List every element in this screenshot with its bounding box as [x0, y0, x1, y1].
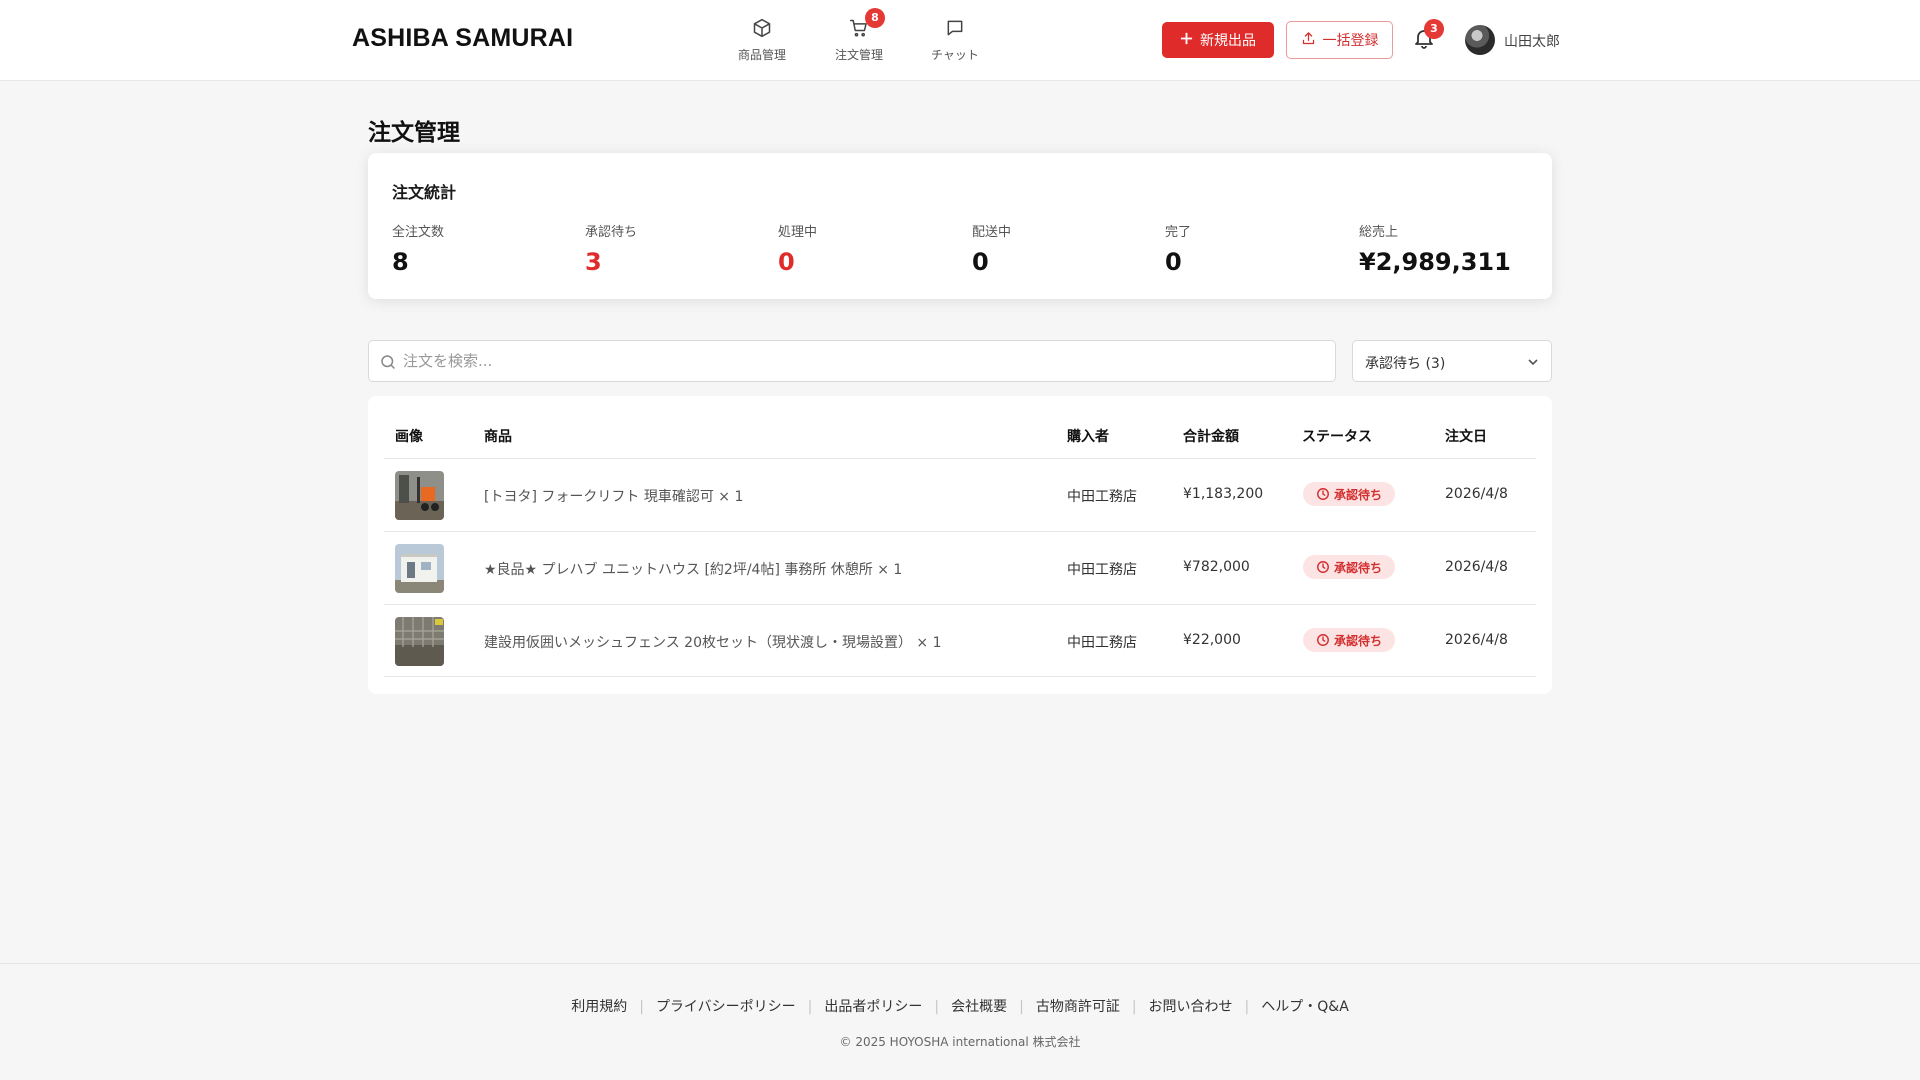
product-name[interactable]: ★良品★ プレハブ ユニットハウス [約2坪/4帖] 事務所 休憩所 × 1 — [484, 559, 902, 579]
site-footer: 利用規約 | プライバシーポリシー | 出品者ポリシー | 会社概要 | 古物商許可証 | お問い合… — [0, 963, 1920, 1080]
stat-value: 0 — [778, 248, 795, 276]
buyer-name: 中田工務店 — [1067, 562, 1137, 578]
bulk-register-button[interactable]: 一括登録 — [1286, 21, 1393, 59]
new-listing-label: 新規出品 — [1200, 33, 1256, 49]
stat-value: 0 — [1165, 248, 1182, 276]
order-date: 2026/4/8 — [1445, 559, 1508, 575]
col-total: 合計金額 — [1183, 429, 1239, 445]
chevron-down-icon — [1528, 359, 1538, 366]
product-thumbnail[interactable] — [395, 617, 444, 666]
nav-orders[interactable]: 注文管理 8 — [819, 8, 899, 63]
clock-icon — [1317, 488, 1329, 500]
notification-badge: 3 — [1424, 19, 1444, 39]
stat-value: 0 — [972, 248, 989, 276]
col-image: 画像 — [395, 429, 423, 445]
footer-link-help[interactable]: ヘルプ・Q&A — [1261, 999, 1349, 1015]
page-title: 注文管理 — [368, 120, 460, 146]
status-label: 承認待ち — [1333, 633, 1382, 648]
footer-link-terms[interactable]: 利用規約 — [571, 999, 627, 1015]
nav-products[interactable]: 商品管理 — [722, 18, 802, 63]
stat-label: 全注文数 — [392, 225, 445, 240]
cart-icon — [819, 18, 899, 42]
divider: | — [1131, 999, 1137, 1015]
col-product: 商品 — [484, 429, 512, 445]
order-date: 2026/4/8 — [1445, 632, 1508, 648]
stat-label: 処理中 — [778, 225, 818, 240]
stat-label: 総売上 — [1359, 225, 1399, 240]
box-icon — [722, 18, 802, 42]
status-badge: 承認待ち — [1303, 555, 1395, 579]
product-thumbnail[interactable] — [395, 471, 444, 520]
stat-total-orders: 全注文数 8 — [392, 221, 444, 276]
clock-icon — [1317, 634, 1329, 646]
nav-orders-label: 注文管理 — [834, 48, 883, 62]
plus-icon — [1180, 32, 1193, 49]
stat-label: 承認待ち — [585, 225, 638, 240]
status-badge: 承認待ち — [1303, 482, 1395, 506]
stat-shipping: 配送中 0 — [972, 221, 1011, 276]
avatar[interactable] — [1465, 25, 1495, 55]
table-row[interactable]: ★良品★ プレハブ ユニットハウス [約2坪/4帖] 事務所 休憩所 × 1 中… — [384, 531, 1536, 604]
footer-link-privacy[interactable]: プライバシーポリシー — [656, 999, 796, 1015]
status-filter-value: 承認待ち (3) — [1365, 356, 1446, 372]
divider: | — [1019, 999, 1024, 1015]
order-total: ¥782,000 — [1183, 559, 1250, 575]
top-header: ASHIBA SAMURAI 商品管理 注文管理 8 チャット 新規出品 一括登… — [0, 0, 1920, 81]
col-buyer: 購入者 — [1067, 429, 1109, 445]
product-thumbnail[interactable] — [395, 544, 444, 593]
upload-icon — [1301, 31, 1316, 50]
copyright: © 2025 HOYOSHA international 株式会社 — [839, 1035, 1081, 1049]
chat-icon — [915, 18, 995, 42]
footer-link-contact[interactable]: お問い合わせ — [1149, 999, 1233, 1015]
bulk-register-label: 一括登録 — [1322, 33, 1379, 49]
stat-value: 3 — [585, 248, 602, 276]
divider: | — [807, 999, 813, 1015]
new-listing-button[interactable]: 新規出品 — [1162, 22, 1274, 58]
status-label: 承認待ち — [1333, 560, 1382, 575]
stat-completed: 完了 0 — [1165, 221, 1191, 276]
stat-value: 8 — [392, 248, 409, 276]
footer-link-seller-policy[interactable]: 出品者ポリシー — [824, 999, 922, 1015]
search-input[interactable] — [403, 341, 1323, 381]
buyer-name: 中田工務店 — [1067, 635, 1137, 651]
stat-processing: 処理中 0 — [778, 221, 817, 276]
order-search[interactable] — [368, 340, 1336, 382]
status-badge: 承認待ち — [1303, 628, 1395, 652]
status-filter-select[interactable]: 承認待ち (3) — [1352, 340, 1552, 382]
col-date: 注文日 — [1445, 429, 1487, 445]
stat-label: 完了 — [1165, 225, 1192, 240]
stat-total-sales: 総売上 ¥2,989,311 — [1359, 221, 1511, 276]
divider: | — [1244, 999, 1250, 1015]
site-logo[interactable]: ASHIBA SAMURAI — [352, 24, 573, 53]
stat-pending: 承認待ち 3 — [585, 221, 637, 276]
table-row[interactable]: 建設用仮囲いメッシュフェンス 20枚セット（現状渡し・現場設置） × 1 中田工… — [384, 604, 1536, 677]
footer-link-license[interactable]: 古物商許可証 — [1036, 999, 1120, 1015]
product-name[interactable]: [トヨタ] フォークリフト 現車確認可 × 1 — [484, 486, 743, 506]
footer-links: 利用規約 | プライバシーポリシー | 出品者ポリシー | 会社概要 | 古物商許可証 | お問い合… — [0, 996, 1920, 1016]
table-row[interactable]: [トヨタ] フォークリフト 現車確認可 × 1 中田工務店 ¥1,183,200… — [384, 458, 1536, 531]
orders-count-badge: 8 — [865, 8, 885, 28]
stats-title: 注文統計 — [392, 183, 457, 202]
product-name[interactable]: 建設用仮囲いメッシュフェンス 20枚セット（現状渡し・現場設置） × 1 — [484, 632, 942, 652]
divider: | — [639, 999, 644, 1015]
divider: | — [934, 999, 940, 1015]
nav-chat-label: チャット — [931, 48, 979, 62]
status-label: 承認待ち — [1333, 487, 1382, 502]
col-status: ステータス — [1302, 429, 1372, 445]
nav-chat[interactable]: チャット — [915, 18, 995, 63]
footer-link-company[interactable]: 会社概要 — [951, 999, 1007, 1015]
nav-products-label: 商品管理 — [737, 48, 786, 62]
order-total: ¥22,000 — [1183, 632, 1241, 648]
order-total: ¥1,183,200 — [1183, 486, 1264, 502]
buyer-name: 中田工務店 — [1067, 489, 1137, 505]
order-stats-card: 注文統計 全注文数 8 承認待ち 3 処理中 0 配送中 0 完了 0 総売上 … — [368, 153, 1552, 299]
stat-value: ¥2,989,311 — [1359, 248, 1511, 276]
clock-icon — [1317, 561, 1329, 573]
orders-table: 画像 商品 購入者 合計金額 ステータス 注文日 [トヨタ] フォークリフト 現… — [368, 396, 1552, 694]
order-date: 2026/4/8 — [1445, 486, 1508, 502]
stat-label: 配送中 — [972, 225, 1012, 240]
username[interactable]: 山田太郎 — [1504, 31, 1560, 51]
